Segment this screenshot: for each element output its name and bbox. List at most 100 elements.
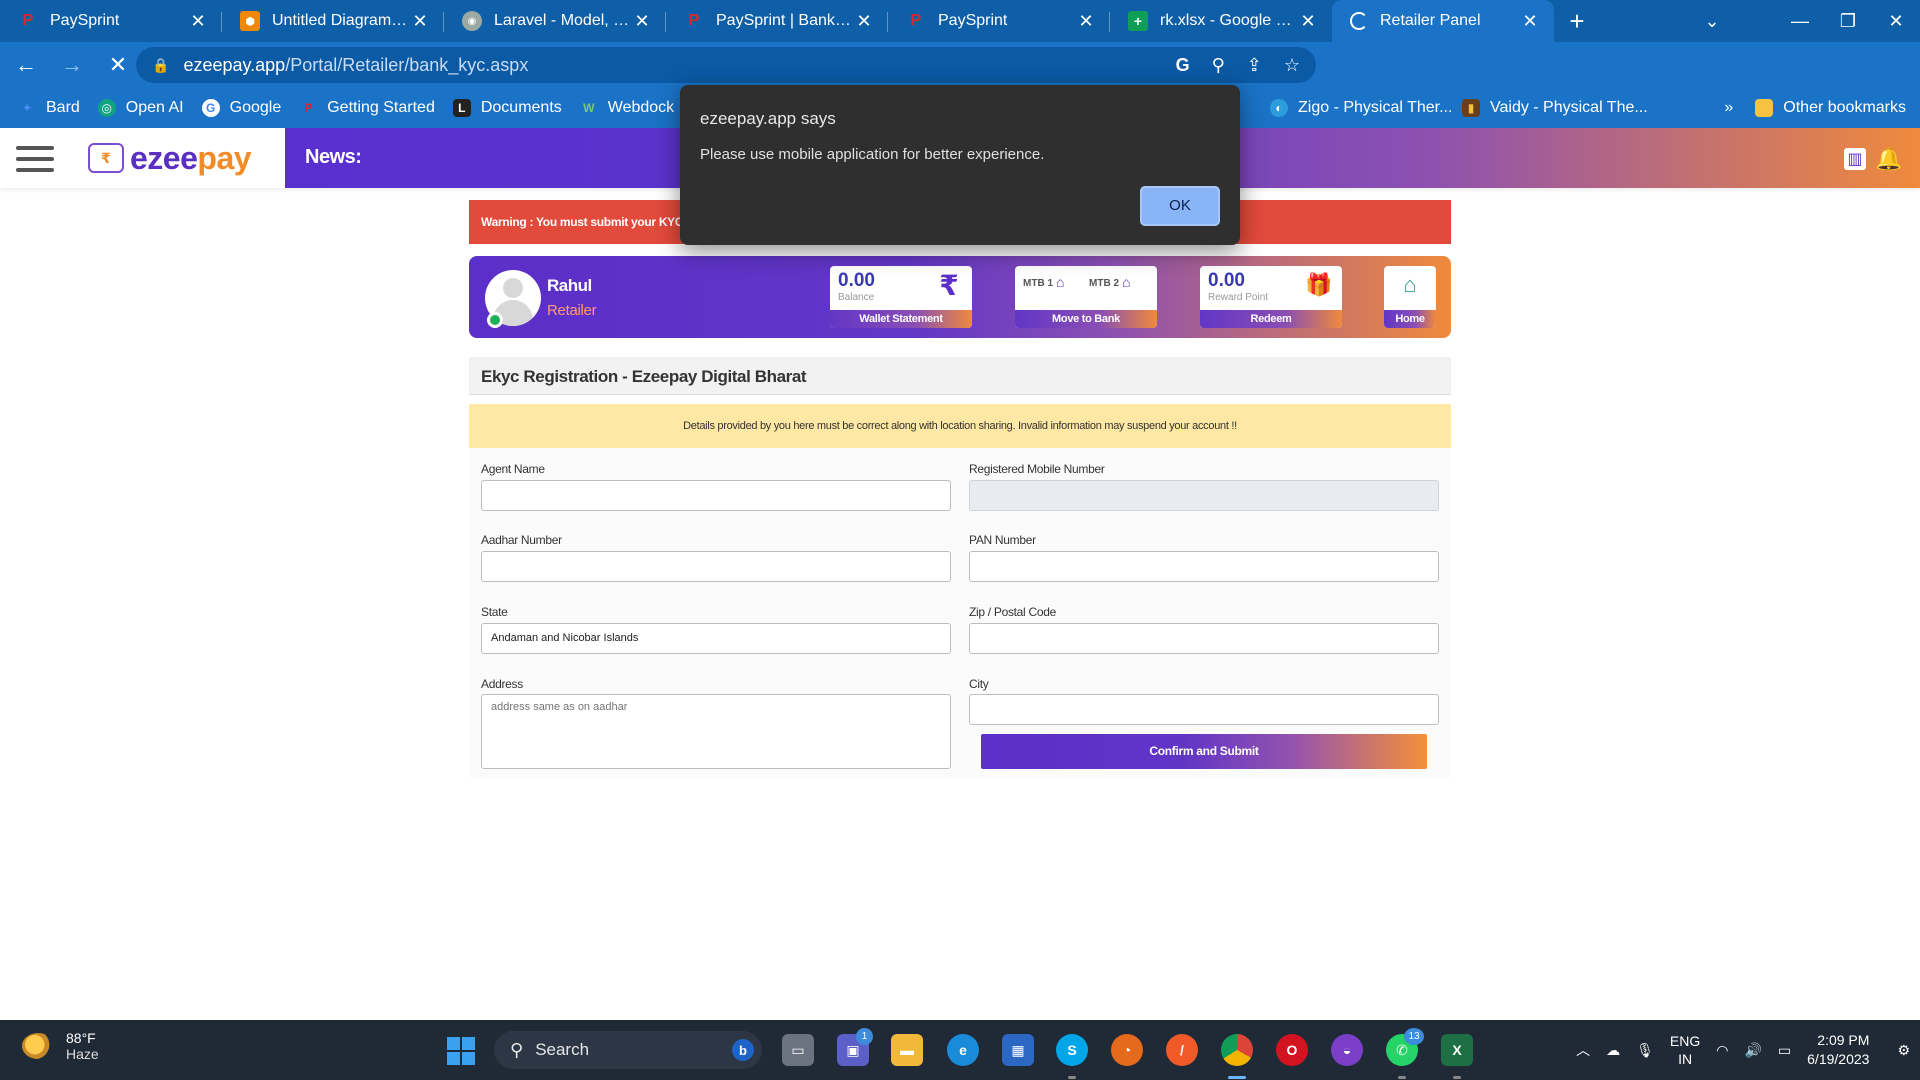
tab-paysprint-1[interactable]: P PaySprint ✕: [0, 0, 222, 42]
close-icon[interactable]: ✕: [410, 11, 430, 32]
skype-icon[interactable]: S: [1056, 1034, 1088, 1066]
url-path: /Portal/Retailer/bank_kyc.aspx: [285, 54, 529, 75]
agent-name-field[interactable]: [481, 480, 951, 511]
chevron-up-icon[interactable]: ︿: [1576, 1040, 1590, 1060]
bookmarks-overflow-button[interactable]: »: [1724, 99, 1733, 117]
stop-loading-icon[interactable]: ✕: [98, 45, 138, 85]
vaidy-icon: ▮: [1462, 99, 1480, 117]
zoom-icon[interactable]: ⚲: [1212, 55, 1225, 76]
bookmark-item[interactable]: ▮ Vaidy - Physical The...: [1462, 99, 1648, 117]
pen-app-icon[interactable]: /: [1166, 1034, 1198, 1066]
restore-icon[interactable]: ❐: [1824, 11, 1872, 32]
minimize-icon[interactable]: —: [1776, 11, 1824, 32]
file-explorer-icon[interactable]: ▬: [891, 1034, 923, 1066]
bookmark-item[interactable]: W Webdock :: [580, 99, 683, 117]
tab-title: rk.xlsx - Google Sheets: [1160, 12, 1298, 29]
reward-card[interactable]: 0.00 Reward Point 🎁 Redeem: [1200, 266, 1342, 328]
windows-start-icon[interactable]: [447, 1037, 475, 1065]
loading-icon: [1350, 12, 1368, 30]
chart-icon[interactable]: ▥: [1844, 148, 1866, 170]
teams-badge: 1: [856, 1028, 873, 1045]
bookmark-item[interactable]: L Documents: [452, 99, 562, 117]
ezeepay-logo[interactable]: ₹ ezeepay: [88, 140, 252, 176]
bookmark-item[interactable]: G Google: [201, 99, 281, 117]
aadhar-field[interactable]: [481, 551, 951, 582]
redeem-button[interactable]: Redeem: [1200, 310, 1342, 328]
city-field[interactable]: [969, 694, 1439, 725]
profile-bar: Rahul Retailer 0.00 Balance ₹ Wallet Sta…: [469, 256, 1451, 338]
volume-icon[interactable]: 🔊: [1744, 1042, 1761, 1059]
mobile-field[interactable]: [969, 480, 1439, 511]
tab-laravel[interactable]: ◉ Laravel - Model, Controller ✕: [444, 0, 666, 42]
wallet-card[interactable]: 0.00 Balance ₹ Wallet Statement: [830, 266, 972, 328]
laravel-icon: ◉: [462, 11, 482, 31]
language-indicator[interactable]: ENG IN: [1670, 1032, 1700, 1068]
task-view-icon[interactable]: ▭: [782, 1034, 814, 1066]
notifications-icon[interactable]: ⚙: [1897, 1042, 1910, 1059]
menu-icon[interactable]: [16, 146, 54, 172]
move-to-bank-button[interactable]: Move to Bank: [1015, 310, 1157, 328]
home-card[interactable]: ⌂ Home: [1384, 266, 1436, 328]
chrome-icon[interactable]: [1221, 1034, 1253, 1066]
bookmark-item[interactable]: ◎ Open AI: [97, 99, 184, 117]
edge-icon[interactable]: e: [947, 1034, 979, 1066]
wallet-statement-button[interactable]: Wallet Statement: [830, 310, 972, 328]
close-window-icon[interactable]: ✕: [1872, 11, 1920, 32]
lock-icon[interactable]: 🔒: [152, 57, 169, 74]
tab-paysprint-3[interactable]: P PaySprint ✕: [888, 0, 1110, 42]
move-to-bank-card[interactable]: MTB 1 ⌂ MTB 2 ⌂ Move to Bank: [1015, 266, 1157, 328]
confirm-submit-button[interactable]: Confirm and Submit: [981, 734, 1427, 769]
taskbar-search[interactable]: ⚲ Search b: [494, 1031, 762, 1069]
tab-drawio[interactable]: ⬢ Untitled Diagram - draw.io ✕: [222, 0, 444, 42]
firefox-icon[interactable]: ◔: [1111, 1034, 1143, 1066]
dialog-title: ezeepay.app says: [700, 109, 836, 128]
tab-title: Untitled Diagram - draw.io: [272, 12, 410, 29]
clock[interactable]: 2:09 PM 6/19/2023: [1807, 1031, 1869, 1069]
battery-icon[interactable]: ▭: [1778, 1042, 1791, 1059]
ok-button[interactable]: OK: [1140, 186, 1220, 226]
close-icon[interactable]: ✕: [632, 11, 652, 32]
section-header: Ekyc Registration - Ezeepay Digital Bhar…: [469, 357, 1451, 395]
close-icon[interactable]: ✕: [1298, 11, 1318, 32]
webdock-icon: W: [583, 101, 595, 115]
microphone-icon[interactable]: 🎙: [1636, 1042, 1654, 1059]
bookmark-item[interactable]: ◐ Zigo - Physical Ther...: [1270, 99, 1452, 117]
address-textarea[interactable]: [481, 694, 951, 769]
bookmark-item[interactable]: P Getting Started: [299, 99, 435, 117]
close-icon[interactable]: ✕: [854, 11, 874, 32]
zip-field[interactable]: [969, 623, 1439, 654]
google-lens-icon[interactable]: G: [1176, 55, 1190, 76]
tab-google-sheets[interactable]: + rk.xlsx - Google Sheets ✕: [1110, 0, 1332, 42]
wifi-icon[interactable]: ◠: [1716, 1042, 1728, 1059]
excel-icon[interactable]: X: [1441, 1034, 1473, 1066]
cloud-icon[interactable]: ☁: [1606, 1042, 1620, 1059]
forward-icon[interactable]: →: [52, 45, 92, 85]
weather-widget[interactable]: 88°F Haze: [22, 1030, 99, 1062]
home-button[interactable]: Home: [1384, 310, 1436, 328]
tab-search-icon[interactable]: ⌄: [1688, 11, 1736, 32]
wallet-balance: 0.00: [838, 270, 875, 291]
search-icon: ⚲: [510, 1039, 524, 1060]
new-tab-button[interactable]: +: [1554, 0, 1600, 42]
bookmark-star-icon[interactable]: ☆: [1284, 55, 1300, 76]
close-icon[interactable]: ✕: [1520, 11, 1540, 32]
url-host: ezeepay.app: [183, 54, 286, 75]
opera-icon[interactable]: O: [1276, 1034, 1308, 1066]
temperature: 88°F: [66, 1030, 96, 1046]
share-icon[interactable]: ⇪: [1247, 55, 1262, 76]
state-select[interactable]: Andaman and Nicobar Islands: [481, 623, 951, 654]
back-icon[interactable]: ←: [6, 45, 46, 85]
bell-icon[interactable]: 🔔: [1875, 146, 1902, 172]
github-icon[interactable]: ◒: [1331, 1034, 1363, 1066]
address-bar[interactable]: 🔒 ezeepay.app/Portal/Retailer/bank_kyc.a…: [136, 47, 1316, 83]
tab-paysprint-2[interactable]: P PaySprint | Banking, Fintech ✕: [666, 0, 888, 42]
close-icon[interactable]: ✕: [1076, 11, 1096, 32]
tab-retailer-panel[interactable]: Retailer Panel ✕: [1332, 0, 1554, 42]
bookmark-item[interactable]: ✦ Bard: [18, 99, 80, 117]
store-icon[interactable]: ▦: [1002, 1034, 1034, 1066]
tab-title: PaySprint | Banking, Fintech: [716, 12, 854, 29]
pan-field[interactable]: [969, 551, 1439, 582]
close-icon[interactable]: ✕: [188, 11, 208, 32]
user-name: Rahul: [547, 276, 592, 295]
other-bookmarks[interactable]: Other bookmarks: [1755, 99, 1906, 117]
